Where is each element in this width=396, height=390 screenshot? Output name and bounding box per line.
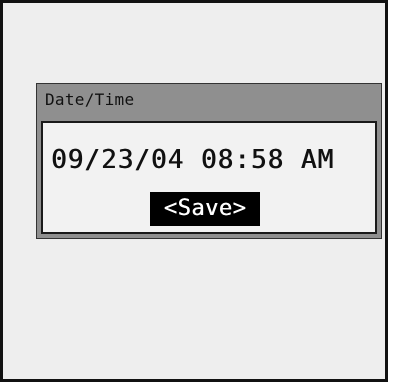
dialog-title: Date/Time (45, 90, 135, 109)
date-time-dialog: Date/Time 09/23/04 08:58 AM <Save> (36, 83, 382, 239)
save-button[interactable]: <Save> (150, 192, 260, 226)
dialog-body: 09/23/04 08:58 AM <Save> (41, 121, 377, 234)
device-screen: Date/Time 09/23/04 08:58 AM <Save> (0, 0, 388, 382)
date-time-field[interactable]: 09/23/04 08:58 AM (51, 145, 334, 175)
